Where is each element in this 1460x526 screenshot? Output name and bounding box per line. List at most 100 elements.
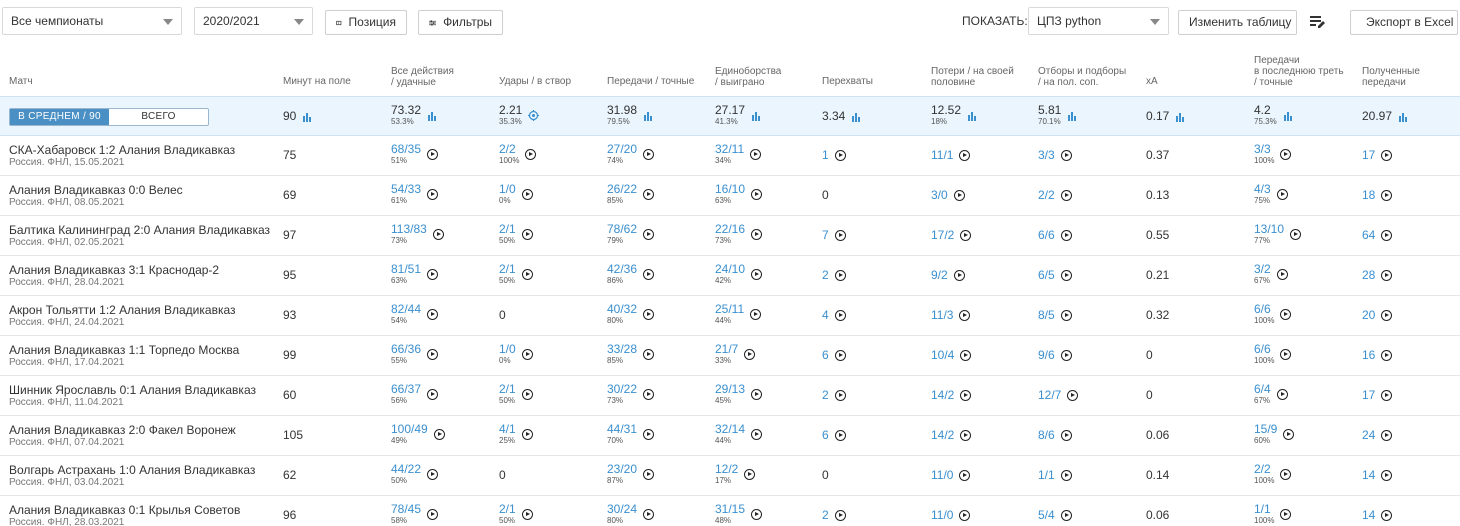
stat-value[interactable]: 11/0 — [931, 509, 953, 522]
stat-cell[interactable]: 40/32 80% — [607, 303, 655, 326]
play-video-icon[interactable] — [960, 390, 972, 401]
table-row[interactable]: Волгарь Астрахань 1:0 Алания Владикавказ… — [0, 456, 1460, 496]
stat-value[interactable]: 5/4 — [1038, 509, 1055, 522]
stat-cell[interactable]: 10/4 — [931, 349, 972, 362]
play-video-icon[interactable] — [834, 270, 846, 281]
stat-cell[interactable]: 32/11 34% — [715, 143, 762, 166]
play-video-icon[interactable] — [1381, 150, 1393, 161]
column-header[interactable]: Удары / в створ — [499, 76, 571, 87]
stat-cell[interactable]: 24 — [1362, 429, 1393, 442]
target-icon[interactable] — [528, 110, 540, 121]
play-video-icon[interactable] — [834, 150, 846, 161]
match-title[interactable]: Алания Владикавказ 3:1 Краснодар-2 — [9, 263, 219, 277]
stat-cell[interactable]: 30/22 73% — [607, 383, 655, 406]
stat-cell[interactable]: 9/6 — [1038, 349, 1072, 362]
position-button[interactable]: Позиция — [325, 10, 407, 35]
play-video-icon[interactable] — [1381, 510, 1393, 521]
stat-cell[interactable]: 4/3 75% — [1254, 183, 1288, 206]
play-video-icon[interactable] — [959, 470, 971, 481]
play-video-icon[interactable] — [953, 270, 965, 281]
stat-cell[interactable]: 27/20 74% — [607, 143, 655, 166]
stat-cell[interactable]: 66/36 55% — [391, 343, 439, 366]
play-video-icon[interactable] — [751, 269, 763, 280]
stat-value[interactable]: 17 — [1362, 149, 1375, 162]
play-video-icon[interactable] — [751, 509, 763, 520]
match-title[interactable]: Алания Владикавказ 0:0 Велес — [9, 183, 183, 197]
stat-value[interactable]: 40/32 — [607, 303, 637, 316]
stat-value[interactable]: 8/5 — [1038, 309, 1055, 322]
stat-cell[interactable]: 6/6 100% — [1254, 343, 1292, 366]
stat-value[interactable]: 6/6 — [1254, 303, 1274, 316]
stat-cell[interactable]: 14/2 — [931, 389, 972, 402]
stat-cell[interactable]: 2/1 50% — [499, 383, 533, 406]
stat-value[interactable]: 32/14 — [715, 423, 745, 436]
stat-cell[interactable]: 2 — [822, 389, 846, 402]
stat-value[interactable]: 9/6 — [1038, 349, 1055, 362]
play-video-icon[interactable] — [750, 149, 762, 160]
stat-cell[interactable]: 14/2 — [931, 429, 972, 442]
play-video-icon[interactable] — [834, 390, 846, 401]
stat-cell[interactable]: 1/0 0% — [499, 343, 533, 366]
stat-cell[interactable]: 16 — [1362, 349, 1393, 362]
play-video-icon[interactable] — [1283, 429, 1295, 440]
stat-value[interactable]: 25/11 — [715, 303, 744, 316]
column-header[interactable]: Единоборства / выиграно — [715, 66, 781, 88]
stat-cell[interactable]: 31/15 48% — [715, 503, 763, 526]
play-video-icon[interactable] — [1067, 390, 1079, 401]
play-video-icon[interactable] — [643, 429, 655, 440]
table-row[interactable]: Балтика Калининград 2:0 Алания Владикавк… — [0, 216, 1460, 256]
play-video-icon[interactable] — [521, 269, 533, 280]
stat-cell[interactable]: 82/44 54% — [391, 303, 439, 326]
stat-value[interactable]: 17/2 — [931, 229, 954, 242]
play-video-icon[interactable] — [1060, 470, 1072, 481]
stat-cell[interactable]: 2 — [822, 269, 846, 282]
play-video-icon[interactable] — [427, 509, 439, 520]
match-title[interactable]: СКА-Хабаровск 1:2 Алания Владикавказ — [9, 143, 235, 157]
stat-value[interactable]: 17 — [1362, 389, 1375, 402]
stat-value[interactable]: 27/20 — [607, 143, 637, 156]
stat-cell[interactable]: 12/2 17% — [715, 463, 756, 486]
match-title[interactable]: Алания Владикавказ 1:1 Торпедо Москва — [9, 343, 239, 357]
stat-cell[interactable]: 11/3 — [931, 309, 971, 322]
table-row[interactable]: Алания Владикавказ 1:1 Торпедо Москва Рос… — [0, 336, 1460, 376]
stat-value[interactable]: 100/49 — [391, 423, 428, 436]
stat-cell[interactable]: 13/10 77% — [1254, 223, 1302, 246]
stat-value[interactable]: 28 — [1362, 269, 1375, 282]
filters-button[interactable]: Фильтры — [418, 10, 503, 35]
stat-value[interactable]: 20 — [1362, 309, 1375, 322]
stat-cell[interactable]: 14 — [1362, 469, 1393, 482]
stat-value[interactable]: 6/4 — [1254, 383, 1271, 396]
column-header[interactable]: Отборы и подборы / на пол. соп. — [1038, 66, 1126, 88]
match-title[interactable]: Балтика Калининград 2:0 Алания Владикавк… — [9, 223, 270, 237]
stat-value[interactable]: 4 — [822, 309, 829, 322]
stat-cell[interactable]: 16/10 63% — [715, 183, 763, 206]
stat-cell[interactable]: 78/45 58% — [391, 503, 439, 526]
play-video-icon[interactable] — [960, 350, 972, 361]
stat-value[interactable]: 81/51 — [391, 263, 421, 276]
stat-value[interactable]: 2/2 — [499, 143, 519, 156]
stat-cell[interactable]: 2/1 50% — [499, 263, 533, 286]
play-video-icon[interactable] — [427, 189, 439, 200]
stat-cell[interactable]: 4/1 25% — [499, 423, 533, 446]
play-video-icon[interactable] — [744, 349, 756, 360]
play-video-icon[interactable] — [1280, 349, 1292, 360]
stat-cell[interactable]: 68/35 51% — [391, 143, 439, 166]
table-row[interactable]: СКА-Хабаровск 1:2 Алания Владикавказ Росс… — [0, 136, 1460, 176]
play-video-icon[interactable] — [834, 310, 846, 321]
play-video-icon[interactable] — [427, 309, 439, 320]
play-video-icon[interactable] — [643, 349, 655, 360]
stat-value[interactable]: 22/16 — [715, 223, 745, 236]
play-video-icon[interactable] — [427, 349, 439, 360]
play-video-icon[interactable] — [1280, 309, 1292, 320]
bar-chart-icon[interactable] — [427, 111, 437, 121]
stat-cell[interactable]: 18 — [1362, 189, 1393, 202]
stat-cell[interactable]: 26/22 85% — [607, 183, 655, 206]
play-video-icon[interactable] — [953, 190, 965, 201]
stat-value[interactable]: 2/2 — [1254, 463, 1274, 476]
stat-cell[interactable]: 3/3 — [1038, 149, 1072, 162]
stat-value[interactable]: 30/22 — [607, 383, 637, 396]
stat-value[interactable]: 3/0 — [931, 189, 948, 202]
play-video-icon[interactable] — [427, 269, 439, 280]
play-video-icon[interactable] — [643, 229, 655, 240]
play-video-icon[interactable] — [643, 389, 655, 400]
